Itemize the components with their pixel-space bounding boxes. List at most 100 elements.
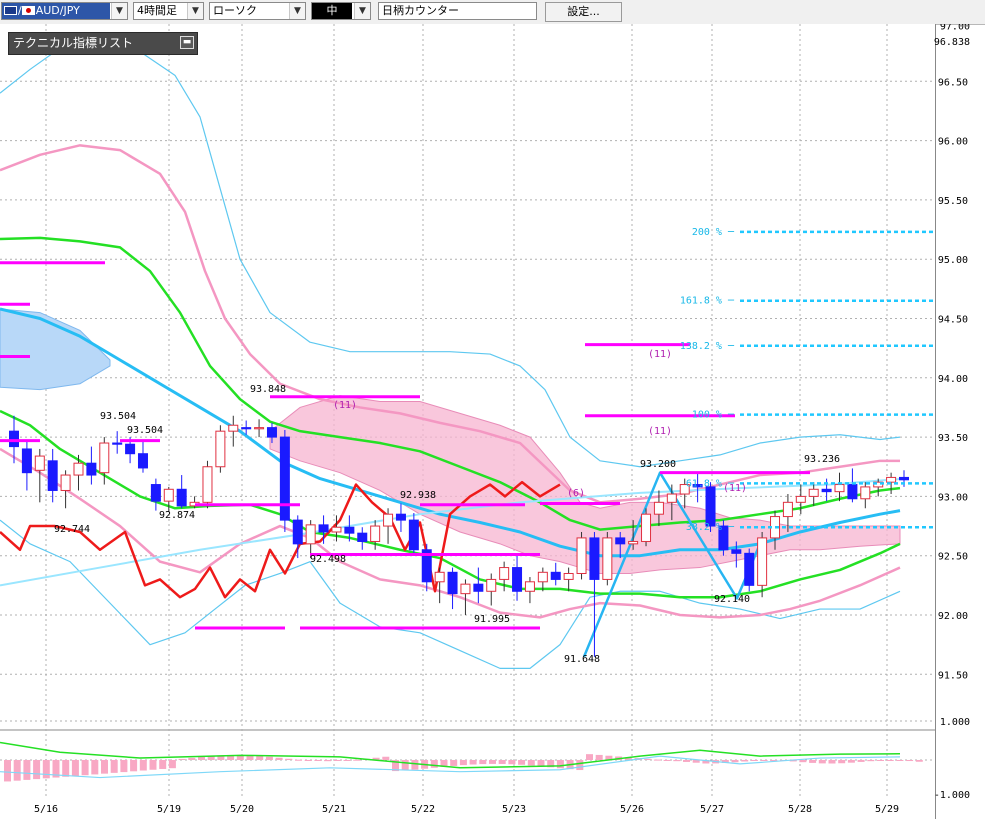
chevron-down-icon[interactable]: ▼ bbox=[354, 3, 370, 19]
candle-body bbox=[215, 430, 226, 468]
oscillator-bar bbox=[178, 758, 186, 760]
oscillator-bar bbox=[809, 760, 817, 763]
oscillator-bar bbox=[750, 760, 758, 761]
oscillator-bar bbox=[576, 760, 584, 771]
timeframe-select[interactable]: 4時間足 ▼ bbox=[133, 2, 204, 20]
oscillator-bar bbox=[498, 760, 506, 764]
price-label: 93.236 bbox=[804, 454, 840, 465]
price-label: 93.504 bbox=[127, 425, 163, 436]
candle-body bbox=[602, 537, 613, 580]
candle-body bbox=[150, 484, 161, 502]
oscillator-bar bbox=[101, 760, 108, 774]
oscillator-bar bbox=[130, 760, 138, 772]
oscillator-bar bbox=[857, 760, 865, 762]
price-label: 91.648 bbox=[564, 654, 600, 665]
candle-body bbox=[254, 427, 265, 430]
candle-size-label: 中 bbox=[312, 3, 352, 19]
candle-body bbox=[228, 424, 239, 432]
oscillator-bar bbox=[518, 760, 526, 765]
oscillator-bar bbox=[324, 760, 332, 762]
price-chart[interactable]: 200 % ─161.8 % ─138.2 % ─100 % ─61.8 % ─… bbox=[0, 24, 985, 819]
candle-body bbox=[524, 581, 535, 592]
candle-body bbox=[486, 578, 497, 592]
price-label: 93.848 bbox=[250, 384, 286, 395]
indicator-list-panel[interactable]: テクニカル指標リスト ▬ bbox=[8, 32, 198, 55]
candle-body bbox=[460, 583, 471, 595]
oscillator-bar bbox=[653, 759, 661, 761]
price-axis-tick: 93.50 bbox=[938, 433, 968, 444]
toolbar: / AUD/JPY ▼ 4時間足 ▼ ローソク ▼ 中 ▼ 日柄カウンター 設定.… bbox=[0, 0, 985, 25]
price-axis-tick: 91.50 bbox=[938, 670, 968, 681]
oscillator-bar bbox=[828, 760, 836, 764]
chevron-down-icon[interactable]: ▼ bbox=[289, 3, 305, 19]
date-axis-tick: 5/16 bbox=[34, 804, 58, 815]
candle-body bbox=[163, 488, 174, 502]
candle-body bbox=[279, 436, 290, 521]
oscillator-bar bbox=[741, 760, 749, 762]
oscillator-bar bbox=[120, 760, 128, 773]
price-label: 92.140 bbox=[714, 594, 750, 605]
candle-body bbox=[705, 486, 716, 527]
date-axis-tick: 5/27 bbox=[700, 804, 724, 815]
price-label: 92.938 bbox=[400, 490, 436, 501]
timeframe-label: 4時間足 bbox=[137, 4, 177, 17]
oscillator-bar bbox=[760, 760, 768, 761]
candle-size-select[interactable]: 中 ▼ bbox=[311, 2, 371, 20]
oscillator-bar bbox=[731, 760, 739, 763]
fibonacci-level-label: 100 % ─ bbox=[692, 410, 735, 421]
currency-pair-selected: / AUD/JPY bbox=[2, 3, 110, 19]
count-label: (11) bbox=[648, 426, 672, 437]
oscillator-bar bbox=[33, 760, 41, 780]
fibonacci-level-label: 161.8 % ─ bbox=[680, 296, 735, 307]
chevron-down-icon[interactable]: ▼ bbox=[111, 3, 127, 19]
candle-body bbox=[241, 427, 252, 430]
oscillator-bar bbox=[4, 760, 11, 782]
candle-body bbox=[47, 460, 58, 491]
candle-body bbox=[99, 442, 110, 474]
price-label: 91.995 bbox=[474, 614, 510, 625]
candle-body bbox=[305, 524, 316, 545]
oscillator-bar bbox=[527, 760, 535, 766]
price-axis-tick: 96.00 bbox=[938, 137, 968, 148]
oscillator-bar bbox=[188, 757, 196, 760]
price-axis: 97.00 96.838 96.50 96.00 95.50 95.00 94.50 94.0… bbox=[934, 24, 970, 801]
australia-flag-icon bbox=[4, 6, 17, 15]
oscillator-bar bbox=[450, 760, 458, 766]
oscillator-bar bbox=[896, 760, 904, 761]
oscillator-bar bbox=[508, 760, 516, 765]
chevron-down-icon[interactable]: ▼ bbox=[187, 3, 203, 19]
chart-type-select[interactable]: ローソク ▼ bbox=[209, 2, 306, 20]
candle-body bbox=[383, 513, 394, 527]
currency-pair-select[interactable]: / AUD/JPY ▼ bbox=[1, 2, 128, 20]
price-axis-tick: 96.50 bbox=[938, 77, 968, 88]
price-label: 92.874 bbox=[159, 510, 195, 521]
candle-body bbox=[666, 493, 677, 503]
oscillator-bar bbox=[877, 760, 884, 761]
price-label: 93.504 bbox=[100, 411, 136, 422]
settings-button[interactable]: 設定... bbox=[545, 2, 622, 22]
candle-body bbox=[757, 537, 768, 586]
price-axis-tick: 92.00 bbox=[938, 611, 968, 622]
candle-body bbox=[744, 552, 755, 586]
candle-body bbox=[537, 571, 548, 583]
date-axis-tick: 5/19 bbox=[157, 804, 181, 815]
count-label: (11) bbox=[648, 349, 672, 360]
candle-body bbox=[615, 537, 626, 545]
fibonacci-level-label: 200 % ─ bbox=[692, 227, 735, 238]
count-label: (6) bbox=[567, 488, 585, 499]
candle-body bbox=[576, 537, 587, 574]
candle-body bbox=[292, 519, 303, 545]
oscillator-bar bbox=[304, 760, 312, 761]
oscillator-bar bbox=[489, 760, 496, 764]
candle-body bbox=[86, 462, 97, 476]
date-axis-tick: 5/21 bbox=[322, 804, 346, 815]
minimize-icon[interactable]: ▬ bbox=[180, 36, 194, 49]
chart-type-label: ローソク bbox=[213, 4, 257, 17]
oscillator-bar bbox=[915, 760, 923, 762]
oscillator-bar bbox=[333, 760, 341, 761]
date-counter-field[interactable]: 日柄カウンター bbox=[378, 2, 537, 20]
candle-body bbox=[370, 525, 381, 542]
price-axis-tick: 92.50 bbox=[938, 552, 968, 563]
candle-body bbox=[112, 442, 123, 445]
candle-body bbox=[344, 526, 355, 534]
